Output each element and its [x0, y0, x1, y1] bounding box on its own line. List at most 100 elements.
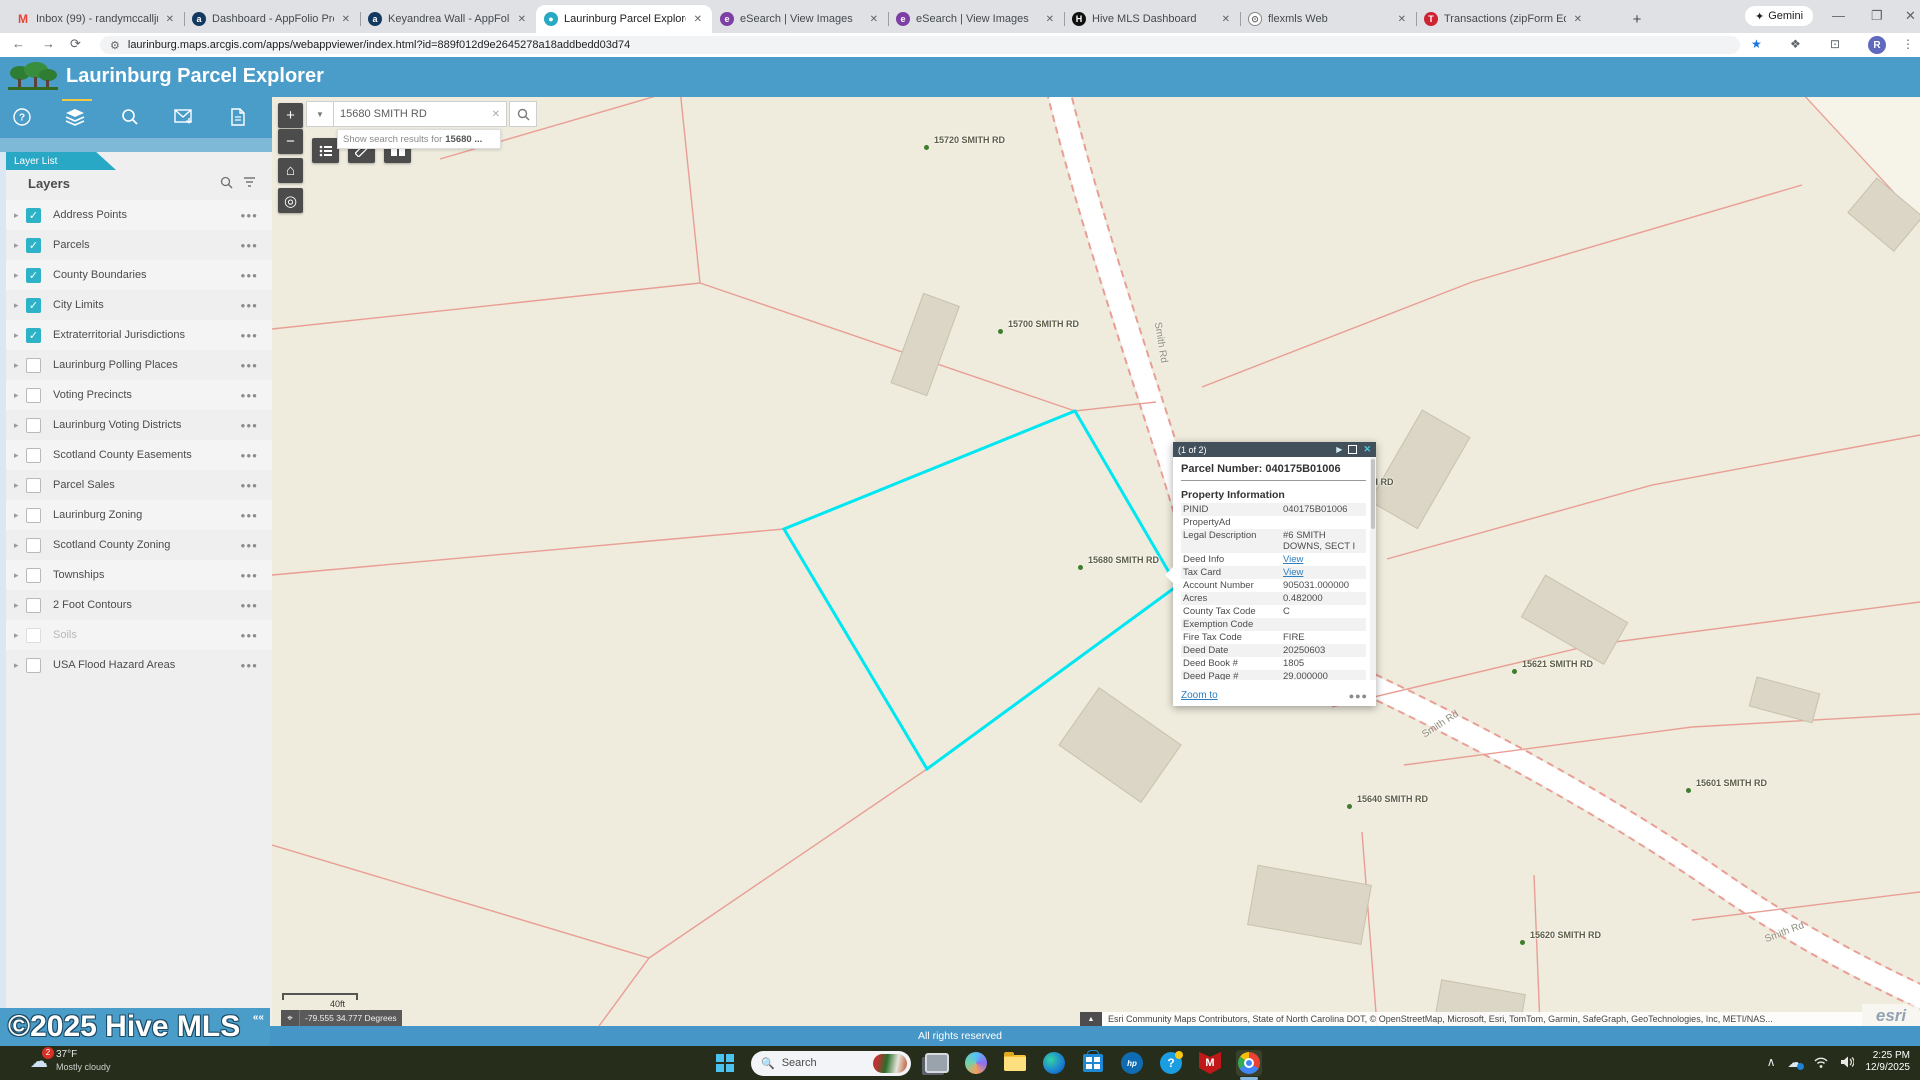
layer-row[interactable]: ▸ Laurinburg Polling Places ●●● [6, 350, 272, 380]
expand-caret-icon[interactable]: ▸ [14, 360, 24, 371]
layer-checkbox[interactable]: ✓ [26, 238, 41, 253]
forward-button[interactable]: → [42, 36, 55, 51]
taskbar-search[interactable]: 🔍 Search [751, 1051, 911, 1076]
hp-support-icon[interactable]: ? [1158, 1050, 1184, 1076]
layer-checkbox[interactable] [26, 598, 41, 613]
layer-checkbox[interactable] [26, 448, 41, 463]
expand-caret-icon[interactable]: ▸ [14, 240, 24, 251]
chrome-taskbar-icon[interactable] [1236, 1050, 1262, 1076]
crosshair-icon[interactable]: ⌖ [281, 1010, 300, 1026]
reload-button[interactable]: ⟳ [70, 36, 81, 52]
tab-close-icon[interactable]: ✕ [1044, 14, 1056, 25]
popup-next-icon[interactable]: ▶ [1336, 445, 1342, 454]
tab-close-icon[interactable]: ✕ [340, 14, 352, 25]
layer-search-icon[interactable] [220, 176, 233, 192]
layer-options-button[interactable]: ●●● [241, 661, 259, 670]
tab-close-icon[interactable]: ✕ [1396, 14, 1408, 25]
weather-widget[interactable]: ☁2 37°F Mostly cloudy [30, 1049, 111, 1073]
popup-maximize-icon[interactable] [1348, 445, 1357, 454]
map-canvas[interactable]: 15720 SMITH RD 15700 SMITH RD 15680 SMIT… [272, 97, 1920, 1026]
expand-caret-icon[interactable]: ▸ [14, 210, 24, 221]
site-settings-icon[interactable]: ⚙ [110, 39, 120, 52]
browser-tab[interactable]: H Hive MLS Dashboard ✕ [1064, 5, 1240, 33]
layer-options-button[interactable]: ●●● [241, 211, 259, 220]
home-button[interactable]: ⌂ [278, 158, 303, 183]
layer-list-tab[interactable]: Layer List [6, 152, 116, 170]
layer-options-button[interactable]: ●●● [241, 331, 259, 340]
locate-button[interactable]: ◎ [278, 188, 303, 213]
address-bar[interactable]: ⚙ laurinburg.maps.arcgis.com/apps/webapp… [100, 36, 1740, 54]
layer-row[interactable]: ▸ ✓ Parcels ●●● [6, 230, 272, 260]
layer-checkbox[interactable] [26, 418, 41, 433]
profile-avatar[interactable]: R [1868, 36, 1886, 54]
layer-row[interactable]: ▸ ✓ County Boundaries ●●● [6, 260, 272, 290]
tray-chevron-icon[interactable]: ∧ [1767, 1055, 1776, 1069]
expand-caret-icon[interactable]: ▸ [14, 450, 24, 461]
layer-checkbox[interactable]: ✓ [26, 208, 41, 223]
wifi-icon[interactable] [1814, 1057, 1828, 1068]
layer-checkbox[interactable]: ✓ [26, 328, 41, 343]
layer-checkbox[interactable] [26, 628, 41, 643]
view-link[interactable]: View [1283, 554, 1303, 565]
expand-caret-icon[interactable]: ▸ [14, 540, 24, 551]
layer-options-button[interactable]: ●●● [241, 601, 259, 610]
mcafee-icon[interactable]: M [1197, 1050, 1223, 1076]
layer-row[interactable]: ▸ Soils ●●● [6, 620, 272, 650]
start-button[interactable] [712, 1050, 738, 1076]
layer-options-button[interactable]: ●●● [241, 631, 259, 640]
help-icon[interactable]: ? [10, 106, 34, 128]
browser-tab[interactable]: M Inbox (99) - randymccalljr@gm ✕ [8, 5, 184, 33]
expand-caret-icon[interactable]: ▸ [14, 480, 24, 491]
layer-row[interactable]: ▸ Voting Precincts ●●● [6, 380, 272, 410]
zoom-to-link[interactable]: Zoom to [1181, 690, 1218, 701]
layer-row[interactable]: ▸ 2 Foot Contours ●●● [6, 590, 272, 620]
popup-header[interactable]: (1 of 2) ▶ ✕ [1173, 442, 1376, 457]
tab-close-icon[interactable]: ✕ [1572, 14, 1584, 25]
copilot-icon[interactable] [963, 1050, 989, 1076]
layer-row[interactable]: ▸ ✓ Address Points ●●● [6, 200, 272, 230]
layer-options-button[interactable]: ●●● [241, 451, 259, 460]
layer-checkbox[interactable] [26, 568, 41, 583]
legend-button[interactable] [312, 138, 339, 163]
attribution-collapse-button[interactable]: ▲ [1080, 1012, 1102, 1026]
onedrive-icon[interactable]: ☁ [1788, 1054, 1802, 1071]
layer-options-button[interactable]: ●●● [241, 541, 259, 550]
browser-tab[interactable]: ● Laurinburg Parcel Explorer ✕ [536, 5, 712, 33]
hp-icon[interactable]: hp [1119, 1050, 1145, 1076]
popup-menu-icon[interactable]: ●●● [1349, 691, 1368, 701]
layer-options-button[interactable]: ●●● [241, 241, 259, 250]
window-maximize-button[interactable]: ❐ [1871, 8, 1883, 24]
tab-close-icon[interactable]: ✕ [164, 14, 176, 25]
layer-checkbox[interactable] [26, 358, 41, 373]
layer-row[interactable]: ▸ Laurinburg Voting Districts ●●● [6, 410, 272, 440]
expand-caret-icon[interactable]: ▸ [14, 660, 24, 671]
watermark-collapse-icon[interactable]: «« [253, 1012, 264, 1023]
search-submit-button[interactable] [509, 101, 537, 127]
layer-options-button[interactable]: ●●● [241, 511, 259, 520]
zoom-out-button[interactable]: − [278, 129, 303, 154]
layer-row[interactable]: ▸ Scotland County Zoning ●●● [6, 530, 272, 560]
window-close-button[interactable]: ✕ [1905, 8, 1916, 24]
layer-row[interactable]: ▸ Parcel Sales ●●● [6, 470, 272, 500]
search-source-dropdown[interactable]: ▼ [306, 101, 334, 127]
expand-caret-icon[interactable]: ▸ [14, 600, 24, 611]
expand-caret-icon[interactable]: ▸ [14, 330, 24, 341]
search-input[interactable]: 15680 SMITH RD ✕ [334, 101, 507, 127]
gemini-button[interactable]: ✦Gemini [1745, 6, 1813, 26]
taskbar-clock[interactable]: 2:25 PM 12/9/2025 [1866, 1050, 1911, 1074]
browser-tab[interactable]: T Transactions (zipForm Edition) 2 ✕ [1416, 5, 1592, 33]
search-icon[interactable] [118, 106, 142, 128]
expand-caret-icon[interactable]: ▸ [14, 270, 24, 281]
layer-row[interactable]: ▸ ✓ Extraterritorial Jurisdictions ●●● [6, 320, 272, 350]
layer-row[interactable]: ▸ USA Flood Hazard Areas ●●● [6, 650, 272, 680]
layer-checkbox[interactable] [26, 658, 41, 673]
window-minimize-button[interactable]: — [1832, 8, 1845, 23]
layer-row[interactable]: ▸ Scotland County Easements ●●● [6, 440, 272, 470]
layer-row[interactable]: ▸ Townships ●●● [6, 560, 272, 590]
layer-checkbox[interactable] [26, 508, 41, 523]
tab-close-icon[interactable]: ✕ [692, 14, 704, 25]
browser-tab[interactable]: a Dashboard - AppFolio Property ✕ [184, 5, 360, 33]
browser-tab[interactable]: a Keyandrea Wall - AppFolio Prop ✕ [360, 5, 536, 33]
browser-sidepanel-icon[interactable]: ⊡ [1830, 37, 1840, 51]
search-suggestion[interactable]: Show search results for15680 ... [337, 129, 501, 149]
